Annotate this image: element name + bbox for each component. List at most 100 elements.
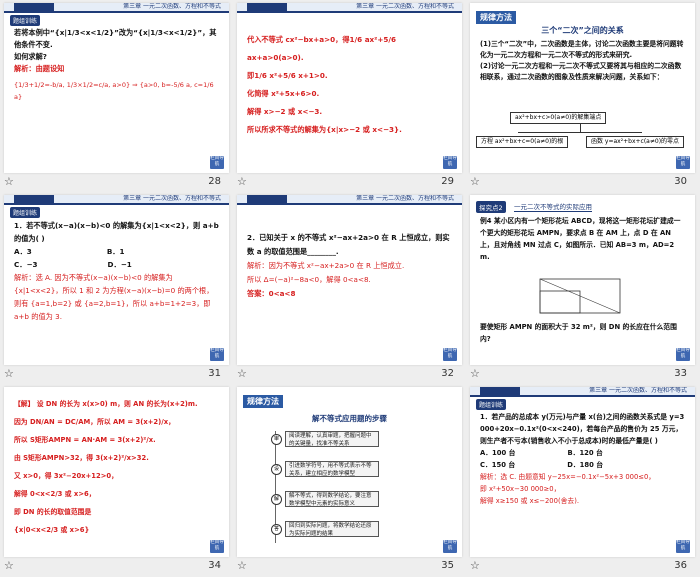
text-line: 2．已知关于 x 的不等式 x²−ax+2a>0 在 R 上恒成立，则实数 a … bbox=[247, 233, 450, 256]
slide-footer: ☆ 31 bbox=[0, 365, 233, 384]
text-line: {x|0<x<2/3 或 x>6} bbox=[14, 526, 90, 534]
slide-body: 若将本例中“{x|1/3<x<1/2}”改为“{x|1/3<x<1/2}”，其他… bbox=[14, 27, 219, 103]
slide-content: 第三章 一元二次函数、方程和不等式 代入不等式 cx²−bx+a>0，得1/6 … bbox=[237, 3, 462, 173]
header-text: 第三章 一元二次函数、方程和不等式 bbox=[589, 387, 687, 394]
text-line: 即 DN 的长的取值范围是 bbox=[14, 508, 92, 516]
header-mark bbox=[247, 3, 287, 11]
slide-thumbnail[interactable]: 第三章 一元二次函数、方程和不等式 题组训练 若将本例中“{x|1/3<x<1/… bbox=[0, 0, 233, 192]
text-line: 所以所求不等式的解集为{x|x>−2 或 x<−3}. bbox=[247, 125, 402, 134]
slide-title: 解不等式应用题的步骤 bbox=[312, 414, 387, 423]
text-line: C．150 台 D．180 台 bbox=[480, 461, 603, 469]
diagram-box-left: 方程 ax²+bx+c=0(a≠0)的根 bbox=[476, 136, 569, 148]
slide-body: 1．若产品的总成本 y(万元)与产量 x(台)之间的函数关系式是 y=3 000… bbox=[480, 411, 685, 507]
slide-content: 探究点2 一元二次不等式的实际应用 例4 某小区内有一个矩形花坛 ABCD，现将… bbox=[470, 195, 695, 365]
back-nav-button[interactable]: 栏目导航 bbox=[210, 540, 224, 553]
slide-body: (1)三个“二次”中，二次函数是主体，讨论二次函数主要是将问题转化为一元二次方程… bbox=[480, 39, 685, 83]
slide-content: 第三章 一元二次函数、方程和不等式 题组训练 1．若不等式(x−a)(x−b)<… bbox=[4, 195, 229, 365]
star-icon[interactable]: ☆ bbox=[470, 367, 480, 380]
back-nav-button[interactable]: 栏目导航 bbox=[676, 156, 690, 169]
header-text: 第三章 一元二次函数、方程和不等式 bbox=[356, 3, 454, 10]
text-line: 所以 Δ=(−a)²−8a<0，解得 0<a<8. bbox=[247, 275, 371, 284]
text-line: 解析：因为不等式 x²−ax+2a>0 在 R 上恒成立. bbox=[247, 261, 405, 270]
back-nav-button[interactable]: 栏目导航 bbox=[443, 156, 457, 169]
slide-content: 第三章 一元二次函数、方程和不等式 2．已知关于 x 的不等式 x²−ax+2a… bbox=[237, 195, 462, 365]
header-text: 第三章 一元二次函数、方程和不等式 bbox=[123, 3, 221, 10]
slide-thumbnail[interactable]: 规律方法 解不等式应用题的步骤 审 阅读理解，认真审题，把握问题中的关键量，找准… bbox=[233, 384, 466, 576]
header-mark bbox=[247, 195, 287, 203]
text-line: C．−3 D．−1 bbox=[14, 260, 132, 269]
text-line: 即 x²+50x−30 000≥0， bbox=[480, 485, 561, 493]
step-box: 回归到实际问题，将数学结论还原为实际问题的结果 bbox=[285, 521, 379, 537]
slide-thumbnail[interactable]: 第三章 一元二次函数、方程和不等式 题组训练 1．若产品的总成本 y(万元)与产… bbox=[466, 384, 699, 576]
text-line: 所以 S矩形AMPN = AN·AM = 3(x+2)²/x. bbox=[14, 436, 156, 444]
step-label: 审 bbox=[271, 434, 282, 445]
slide-thumbnail[interactable]: 规律方法 三个“二次”之间的关系 (1)三个“二次”中，二次函数是主体，讨论二次… bbox=[466, 0, 699, 192]
section-tag: 题组训练 bbox=[476, 399, 507, 410]
text-line: {1/3+1/2=-b/a, 1/3×1/2=c/a, a>0} ⇒ {a>0,… bbox=[14, 81, 214, 101]
diagram-box-top: ax²+bx+c>0(a≠0)的解集端点 bbox=[510, 112, 607, 124]
star-icon[interactable]: ☆ bbox=[470, 175, 480, 188]
section-title: 一元二次不等式的实际应用 bbox=[514, 203, 592, 212]
slide-number: 28 bbox=[208, 176, 221, 187]
star-icon[interactable]: ☆ bbox=[4, 367, 14, 380]
text-line: 解得 0<x<2/3 或 x>6， bbox=[14, 490, 96, 498]
section-tag: 题组训练 bbox=[10, 207, 41, 218]
back-nav-button[interactable]: 栏目导航 bbox=[676, 348, 690, 361]
star-icon[interactable]: ☆ bbox=[237, 559, 247, 572]
slide-thumbnail[interactable]: 探究点2 一元二次不等式的实际应用 例4 某小区内有一个矩形花坛 ABCD，现将… bbox=[466, 192, 699, 384]
slide-body: 要使矩形 AMPN 的面积大于 32 m²，则 DN 的长应在什么范围内? bbox=[480, 321, 685, 345]
back-nav-button[interactable]: 栏目导航 bbox=[210, 348, 224, 361]
step-label: 解 bbox=[271, 494, 282, 505]
star-icon[interactable]: ☆ bbox=[4, 559, 14, 572]
text-line: 解得 x≥150 或 x≤−200(舍去). bbox=[480, 497, 580, 505]
slide-footer: ☆ 32 bbox=[233, 365, 466, 384]
back-nav-button[interactable]: 栏目导航 bbox=[443, 540, 457, 553]
step-box: 引进数学符号，用不等式表示不等关系，建立相应的数学模型 bbox=[285, 461, 379, 477]
star-icon[interactable]: ☆ bbox=[237, 367, 247, 380]
text-line: 1．若产品的总成本 y(万元)与产量 x(台)之间的函数关系式是 y=3 000… bbox=[480, 413, 685, 445]
slide-number: 33 bbox=[674, 368, 687, 379]
slide-header: 第三章 一元二次函数、方程和不等式 bbox=[4, 3, 229, 13]
star-icon[interactable]: ☆ bbox=[237, 175, 247, 188]
section-label: 规律方法 bbox=[476, 11, 516, 24]
star-icon[interactable]: ☆ bbox=[470, 559, 480, 572]
slide-thumbnail[interactable]: 【解】 设 DN 的长为 x(x>0) m，则 AN 的长为(x+2)m. 因为… bbox=[0, 384, 233, 576]
text-line: A．100 台 B．120 台 bbox=[480, 449, 603, 457]
text-line: 1．若不等式(x−a)(x−b)<0 的解集为{x|1<x<2}，则 a+b 的… bbox=[14, 221, 219, 243]
slide-number: 31 bbox=[208, 368, 221, 379]
diagram-connector bbox=[580, 124, 581, 132]
back-nav-button[interactable]: 栏目导航 bbox=[676, 540, 690, 553]
slide-header: 第三章 一元二次函数、方程和不等式 bbox=[4, 195, 229, 205]
section-tag: 探究点2 bbox=[476, 201, 506, 213]
text-line: A．3 B．1 bbox=[14, 247, 125, 256]
slide-content: 规律方法 三个“二次”之间的关系 (1)三个“二次”中，二次函数是主体，讨论二次… bbox=[470, 3, 695, 173]
slide-footer: ☆ 35 bbox=[233, 557, 466, 576]
header-mark bbox=[480, 387, 520, 395]
slide-content: 第三章 一元二次函数、方程和不等式 题组训练 若将本例中“{x|1/3<x<1/… bbox=[4, 3, 229, 173]
slide-body: 1．若不等式(x−a)(x−b)<0 的解集为{x|1<x<2}，则 a+b 的… bbox=[14, 219, 219, 323]
slide-number: 36 bbox=[674, 560, 687, 571]
slide-body: 2．已知关于 x 的不等式 x²−ax+2a>0 在 R 上恒成立，则实数 a … bbox=[247, 231, 452, 301]
star-icon[interactable]: ☆ bbox=[4, 175, 14, 188]
text-line: 解析：由题设知 bbox=[14, 64, 65, 73]
step-label: 设 bbox=[271, 464, 282, 475]
slide-thumbnail[interactable]: 第三章 一元二次函数、方程和不等式 题组训练 1．若不等式(x−a)(x−b)<… bbox=[0, 192, 233, 384]
slide-thumbnail[interactable]: 第三章 一元二次函数、方程和不等式 代入不等式 cx²−bx+a>0，得1/6 … bbox=[233, 0, 466, 192]
back-nav-button[interactable]: 栏目导航 bbox=[210, 156, 224, 169]
diagram-connector bbox=[518, 132, 642, 133]
text-line: 又 x>0，得 3x²−20x+12>0， bbox=[14, 472, 118, 480]
slide-title: 三个“二次”之间的关系 bbox=[541, 26, 624, 35]
text-line: 解析：选 C. 由题意知 y−25x=−0.1x²−5x+3 000≤0， bbox=[480, 473, 656, 481]
text-line: 【解】 设 DN 的长为 x(x>0) m，则 AN 的长为(x+2)m. bbox=[14, 400, 198, 408]
slide-header: 第三章 一元二次函数、方程和不等式 bbox=[470, 387, 695, 397]
text-line: 解析：选 A. 因为不等式(x−a)(x−b)<0 的解集为{x|1<x<2}，… bbox=[14, 273, 214, 321]
rectangle-figure bbox=[539, 278, 621, 314]
header-mark bbox=[14, 195, 54, 203]
slide-footer: ☆ 28 bbox=[0, 173, 233, 192]
back-nav-button[interactable]: 栏目导航 bbox=[443, 348, 457, 361]
slide-thumbnail[interactable]: 第三章 一元二次函数、方程和不等式 2．已知关于 x 的不等式 x²−ax+2a… bbox=[233, 192, 466, 384]
text-line: (1)三个“二次”中，二次函数是主体，讨论二次函数主要是将问题转化为一元二次方程… bbox=[480, 40, 684, 59]
text-line: 代入不等式 cx²−bx+a>0，得1/6 ax²+5/6 ax+a>0(a>0… bbox=[247, 35, 396, 62]
text-line: 因为 DN/AN = DC/AM，所以 AM = 3(x+2)/x， bbox=[14, 418, 175, 426]
slide-footer: ☆ 36 bbox=[466, 557, 699, 576]
